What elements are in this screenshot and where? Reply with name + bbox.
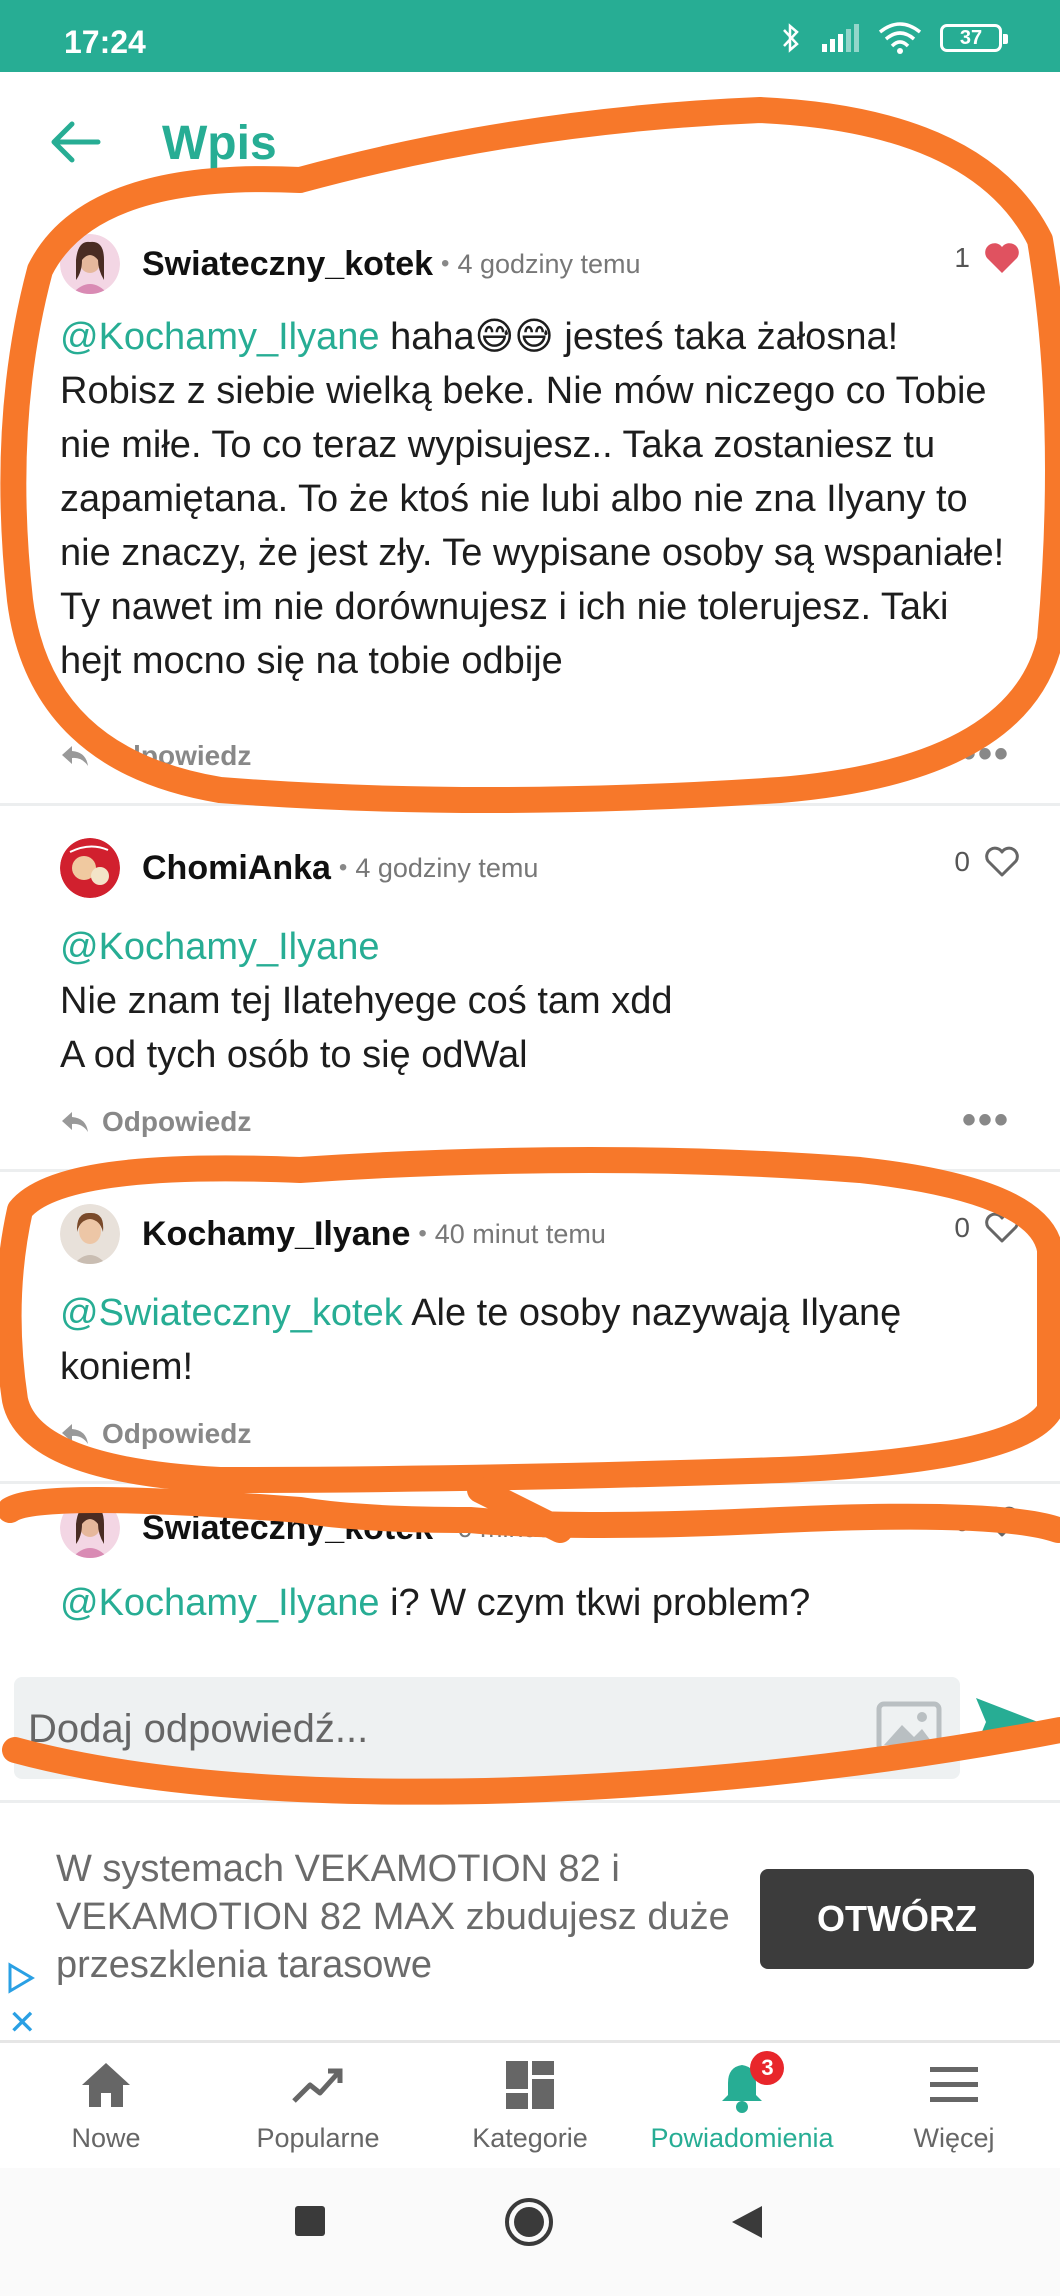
page-title: Wpis: [162, 117, 277, 170]
avatar[interactable]: [60, 838, 120, 898]
comment-header: Swiateczny_kotek • 4 godziny temu: [60, 234, 641, 294]
battery-indicator: 37: [940, 24, 1008, 52]
ad-open-button[interactable]: OTWÓRZ: [760, 1869, 1034, 1969]
nav-item-kategorie[interactable]: Kategorie: [424, 2043, 636, 2168]
heart-outline-icon[interactable]: [984, 1506, 1020, 1538]
reply-placeholder: Dodaj odpowiedź...: [28, 1707, 369, 1751]
comment-body: @Kochamy_Ilyane haha😅😅 jesteś taka żałos…: [60, 310, 1014, 688]
like-control[interactable]: 0: [954, 1506, 1020, 1538]
reply-label: Odpowiedz: [102, 740, 252, 771]
reply-label: Odpowiedz: [102, 1106, 252, 1137]
comment-body: @Swiateczny_kotek Ale te osoby nazywają …: [60, 1286, 1014, 1394]
comment-body: @Kochamy_Ilyane Nie znam tej Ilatehyege …: [60, 920, 1014, 1082]
image-attach-icon[interactable]: [876, 1701, 942, 1753]
reply-icon: [62, 1424, 88, 1444]
signal-icon: [822, 24, 859, 52]
status-bar: 17:24 37: [0, 0, 1060, 72]
ad-choices-icon[interactable]: [6, 1961, 36, 1995]
comment-header: ChomiAnka • 4 godziny temu: [60, 838, 538, 898]
home-button-icon[interactable]: [503, 2196, 555, 2248]
heart-outline-icon[interactable]: [984, 846, 1020, 878]
like-control[interactable]: 0: [954, 846, 1020, 878]
username[interactable]: Swiateczny_kotek: [142, 245, 433, 284]
more-options-icon[interactable]: •••: [962, 732, 1010, 777]
like-count: 0: [954, 846, 970, 877]
avatar[interactable]: [60, 1498, 120, 1558]
reply-icon: [62, 746, 88, 766]
ad-banner[interactable]: W systemach VEKAMOTION 82 i VEKAMOTION 8…: [0, 1800, 1060, 2043]
heart-filled-icon[interactable]: [984, 242, 1020, 274]
ad-text: W systemach VEKAMOTION 82 i VEKAMOTION 8…: [56, 1848, 730, 1986]
like-control[interactable]: 1: [954, 242, 1020, 274]
mention-link[interactable]: @Kochamy_Ilyane: [60, 316, 380, 358]
nav-label: Więcej: [913, 2123, 995, 2153]
nav-item-nowe[interactable]: Nowe: [0, 2043, 212, 2168]
reply-icon: [62, 1112, 88, 1132]
nav-label: Kategorie: [472, 2123, 588, 2153]
menu-icon: [930, 2067, 978, 2102]
status-time: 17:24: [64, 24, 146, 60]
system-nav-bar: [0, 2168, 1060, 2296]
like-count: 0: [954, 1506, 970, 1537]
back-arrow-icon[interactable]: [46, 112, 106, 172]
like-count: 0: [954, 1212, 970, 1243]
grid-icon: [506, 2061, 554, 2109]
header: Wpis: [0, 72, 1060, 202]
trending-icon: [292, 2068, 343, 2103]
reply-button[interactable]: Odpowiedz: [60, 1106, 251, 1138]
bluetooth-icon: [783, 23, 799, 53]
comment: Kochamy_Ilyane • 40 minut temu 0 @Swiate…: [0, 1172, 1060, 1484]
bottom-nav: Nowe Popularne Kategorie 3 Powiadomienia…: [0, 2040, 1060, 2168]
back-button-icon[interactable]: [730, 2204, 764, 2240]
nav-label: Popularne: [256, 2123, 380, 2153]
status-icons: 37: [780, 22, 1008, 54]
comment-header: Kochamy_Ilyane • 40 minut temu: [60, 1204, 606, 1264]
nav-label: Powiadomienia: [650, 2123, 834, 2153]
reply-button[interactable]: Odpowiedz: [60, 1418, 251, 1450]
recent-apps-icon[interactable]: [293, 2204, 327, 2238]
mention-link[interactable]: @Swiateczny_kotek: [60, 1292, 403, 1334]
nav-label: Nowe: [71, 2123, 141, 2153]
comment-header: Swiateczny_kotek • 0 minut temu: [60, 1498, 614, 1558]
comment-time: 4 godziny temu: [355, 852, 539, 883]
reply-input[interactable]: Dodaj odpowiedź...: [14, 1677, 960, 1779]
home-icon: [82, 2063, 130, 2107]
comment-body: @Kochamy_Ilyane i? W czym tkwi problem?: [60, 1576, 1014, 1630]
heart-outline-icon[interactable]: [984, 1212, 1020, 1244]
comment-text: haha😅😅 jesteś taka żałosna! Robisz z sie…: [60, 316, 1005, 682]
username[interactable]: Swiateczny_kotek: [142, 1509, 433, 1548]
notification-badge: 3: [750, 2051, 785, 2085]
like-count: 1: [954, 242, 970, 273]
wifi-icon: [878, 22, 922, 54]
comment: ChomiAnka • 4 godziny temu 0 @Kochamy_Il…: [0, 806, 1060, 1172]
reply-button[interactable]: Odpowiedz: [60, 740, 251, 772]
comment-time: 4 godziny temu: [457, 248, 641, 279]
comment: Swiateczny_kotek • 0 minut temu 0 @Kocha…: [0, 1484, 1060, 1664]
avatar[interactable]: [60, 1204, 120, 1264]
comment-time: 40 minut temu: [434, 1218, 606, 1249]
comment-text: i? W czym tkwi problem?: [379, 1582, 811, 1624]
comment-time: 0 minut temu: [457, 1512, 614, 1543]
mention-link[interactable]: @Kochamy_Ilyane: [60, 920, 1014, 974]
username[interactable]: ChomiAnka: [142, 849, 331, 888]
send-icon[interactable]: [972, 1692, 1042, 1752]
nav-item-wiecej[interactable]: Więcej: [848, 2043, 1060, 2168]
ad-close-icon[interactable]: ✕: [8, 2003, 37, 2043]
avatar[interactable]: [60, 234, 120, 294]
username[interactable]: Kochamy_Ilyane: [142, 1215, 410, 1254]
reply-label: Odpowiedz: [102, 1418, 252, 1449]
more-options-icon[interactable]: •••: [962, 1098, 1010, 1143]
comment-text: Nie znam tej Ilatehyege coś tam xdd A od…: [60, 980, 673, 1076]
mention-link[interactable]: @Kochamy_Ilyane: [60, 1582, 380, 1624]
comment: Swiateczny_kotek • 4 godziny temu 1 @Koc…: [0, 202, 1060, 806]
nav-item-powiadomienia[interactable]: 3 Powiadomienia: [636, 2043, 848, 2168]
like-control[interactable]: 0: [954, 1212, 1020, 1244]
nav-item-popularne[interactable]: Popularne: [212, 2043, 424, 2168]
